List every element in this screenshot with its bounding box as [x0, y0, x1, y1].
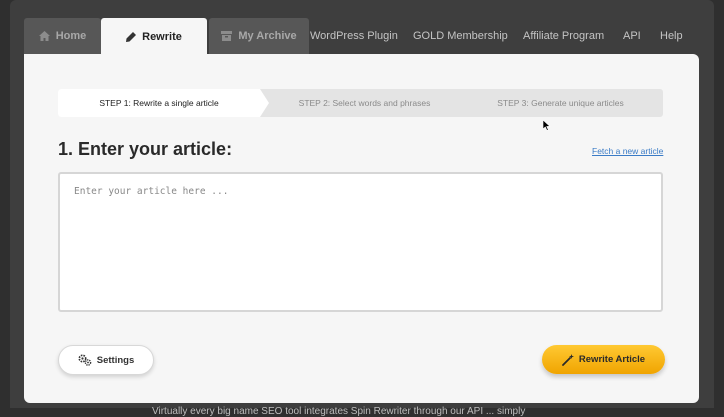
article-input[interactable] — [58, 172, 663, 312]
tab-rewrite[interactable]: Rewrite — [101, 18, 207, 56]
step-1[interactable]: STEP 1: Rewrite a single article — [58, 89, 260, 117]
nav-link-gold-membership[interactable]: GOLD Membership — [413, 18, 508, 54]
tab-my-archive-label: My Archive — [238, 30, 297, 42]
step-2-label: STEP 2: Select words and phrases — [298, 98, 431, 108]
background-page-text: Virtually every big name SEO tool integr… — [152, 406, 526, 417]
settings-button[interactable]: Settings — [58, 345, 154, 375]
step-3[interactable]: STEP 3: Generate unique articles — [458, 89, 663, 117]
tab-rewrite-label: Rewrite — [142, 31, 182, 43]
nav-link-api[interactable]: API — [623, 18, 641, 54]
nav-link-wordpress-plugin[interactable]: WordPress Plugin — [310, 18, 398, 54]
tab-my-archive[interactable]: My Archive — [209, 18, 309, 54]
settings-button-label: Settings — [96, 354, 135, 366]
archive-icon — [221, 31, 233, 41]
step-3-label: STEP 3: Generate unique articles — [497, 98, 624, 108]
step-1-arrow — [260, 89, 269, 117]
magic-wand-icon — [562, 353, 574, 366]
home-icon — [38, 31, 50, 41]
pencil-icon — [126, 32, 137, 42]
step-1-label: STEP 1: Rewrite a single article — [99, 98, 219, 108]
step-2[interactable]: STEP 2: Select words and phrases — [272, 89, 457, 117]
rewrite-article-button-label: Rewrite Article — [578, 354, 646, 365]
page-heading: 1. Enter your article: — [58, 139, 233, 159]
nav-link-affiliate-program[interactable]: Affiliate Program — [523, 18, 604, 54]
gears-icon — [78, 354, 92, 366]
tab-home-label: Home — [55, 30, 87, 42]
step-progress-bar: STEP 1: Rewrite a single article STEP 2:… — [58, 89, 663, 117]
nav-link-help[interactable]: Help — [660, 18, 683, 54]
rewrite-article-button[interactable]: Rewrite Article — [542, 345, 665, 374]
fetch-new-article-link[interactable]: Fetch a new article — [592, 146, 663, 156]
top-navigation: Home Rewrite My Archive WordPress Plugin… — [24, 18, 714, 56]
mouse-cursor-icon — [543, 120, 551, 131]
tab-home[interactable]: Home — [24, 18, 101, 54]
